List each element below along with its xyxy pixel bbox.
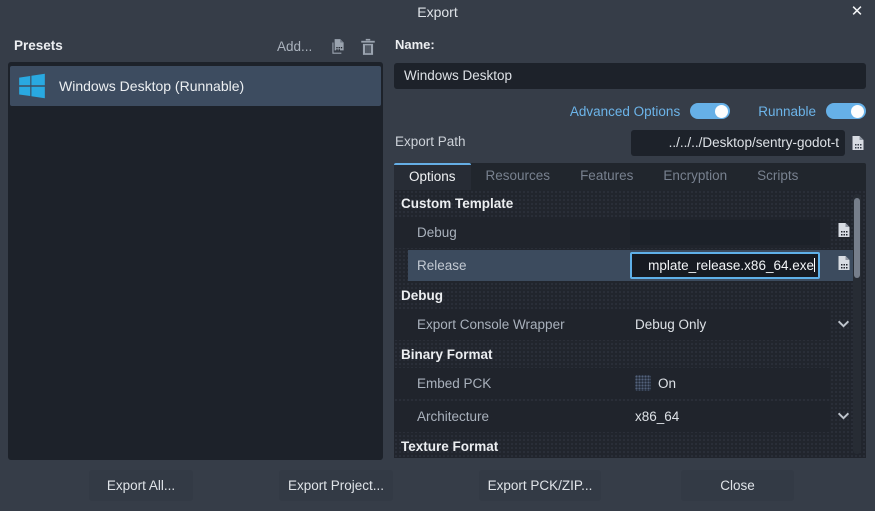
section-custom-template: Custom Template	[394, 190, 866, 216]
row-custom-template-release: Release mplate_release.x86_64.exe	[394, 249, 866, 282]
toggle-knob	[715, 105, 728, 118]
row-architecture: Architecture x86_64	[394, 400, 866, 433]
section-debug: Debug	[394, 282, 866, 308]
export-path-browse-icon[interactable]	[850, 132, 867, 154]
release-template-input[interactable]: mplate_release.x86_64.exe	[630, 252, 820, 279]
export-path-label: Export Path	[395, 134, 466, 149]
toggle-row: Advanced Options Runnable	[570, 100, 866, 122]
embed-pck-state: On	[658, 367, 676, 400]
export-pck-zip-button[interactable]: Export PCK/ZIP...	[479, 470, 601, 501]
architecture-dropdown[interactable]: x86_64	[635, 400, 679, 433]
debug-template-label: Debug	[417, 216, 457, 249]
windows-logo-icon	[18, 72, 46, 100]
tab-encryption[interactable]: Encryption	[648, 163, 742, 190]
name-input[interactable]: Windows Desktop	[394, 63, 866, 89]
tab-scripts[interactable]: Scripts	[742, 163, 813, 190]
toggle-knob	[851, 105, 864, 118]
options-content: Custom Template Debug Release mplate_rel…	[394, 190, 866, 458]
embed-pck-checkbox[interactable]	[635, 375, 651, 391]
chevron-down-icon[interactable]	[837, 411, 850, 421]
export-settings-panel: Name: Windows Desktop Advanced Options R…	[394, 0, 866, 511]
embed-pck-label: Embed PCK	[417, 367, 491, 400]
row-embed-pck: Embed PCK On	[394, 367, 866, 400]
release-template-label: Release	[417, 249, 467, 282]
console-wrapper-label: Export Console Wrapper	[417, 308, 565, 341]
scrollbar-thumb[interactable]	[854, 198, 860, 278]
tab-bar: Options Resources Features Encryption Sc…	[394, 163, 866, 190]
chevron-down-icon[interactable]	[837, 319, 850, 329]
architecture-label: Architecture	[417, 400, 489, 433]
section-binary-format: Binary Format	[394, 341, 866, 367]
export-path-input[interactable]: ../../../Desktop/sentry-godot-t	[631, 130, 845, 156]
options-scrollbar[interactable]	[853, 194, 861, 454]
console-wrapper-dropdown[interactable]: Debug Only	[635, 308, 706, 341]
delete-preset-icon[interactable]	[359, 38, 377, 56]
name-label: Name:	[395, 37, 435, 52]
preset-item-windows-desktop[interactable]: Windows Desktop (Runnable)	[10, 66, 381, 106]
tab-options[interactable]: Options	[394, 163, 471, 190]
tab-features[interactable]: Features	[565, 163, 648, 190]
row-custom-template-debug: Debug	[394, 216, 866, 249]
close-button[interactable]: Close	[681, 470, 794, 501]
advanced-options-label: Advanced Options	[570, 104, 680, 119]
row-export-console-wrapper: Export Console Wrapper Debug Only	[394, 308, 866, 341]
presets-list: Windows Desktop (Runnable)	[8, 62, 383, 460]
runnable-toggle[interactable]	[826, 103, 866, 119]
advanced-options-toggle[interactable]	[690, 103, 730, 119]
export-all-button[interactable]: Export All...	[89, 470, 193, 501]
runnable-label: Runnable	[758, 104, 816, 119]
add-preset-button[interactable]: Add...	[277, 39, 312, 54]
release-template-browse-icon[interactable]	[836, 255, 854, 275]
duplicate-preset-icon[interactable]	[329, 38, 347, 56]
debug-template-browse-icon[interactable]	[836, 222, 854, 242]
export-project-button[interactable]: Export Project...	[279, 470, 393, 501]
preset-item-label: Windows Desktop (Runnable)	[59, 78, 244, 94]
presets-heading: Presets	[14, 38, 63, 53]
release-template-value: mplate_release.x86_64.exe	[648, 258, 814, 273]
debug-template-input[interactable]	[630, 220, 820, 245]
tab-resources[interactable]: Resources	[471, 163, 566, 190]
text-caret	[814, 258, 815, 272]
export-dialog: Export ✕ Presets Add... Windows Desktop …	[0, 0, 875, 511]
section-texture-format: Texture Format	[394, 433, 866, 458]
